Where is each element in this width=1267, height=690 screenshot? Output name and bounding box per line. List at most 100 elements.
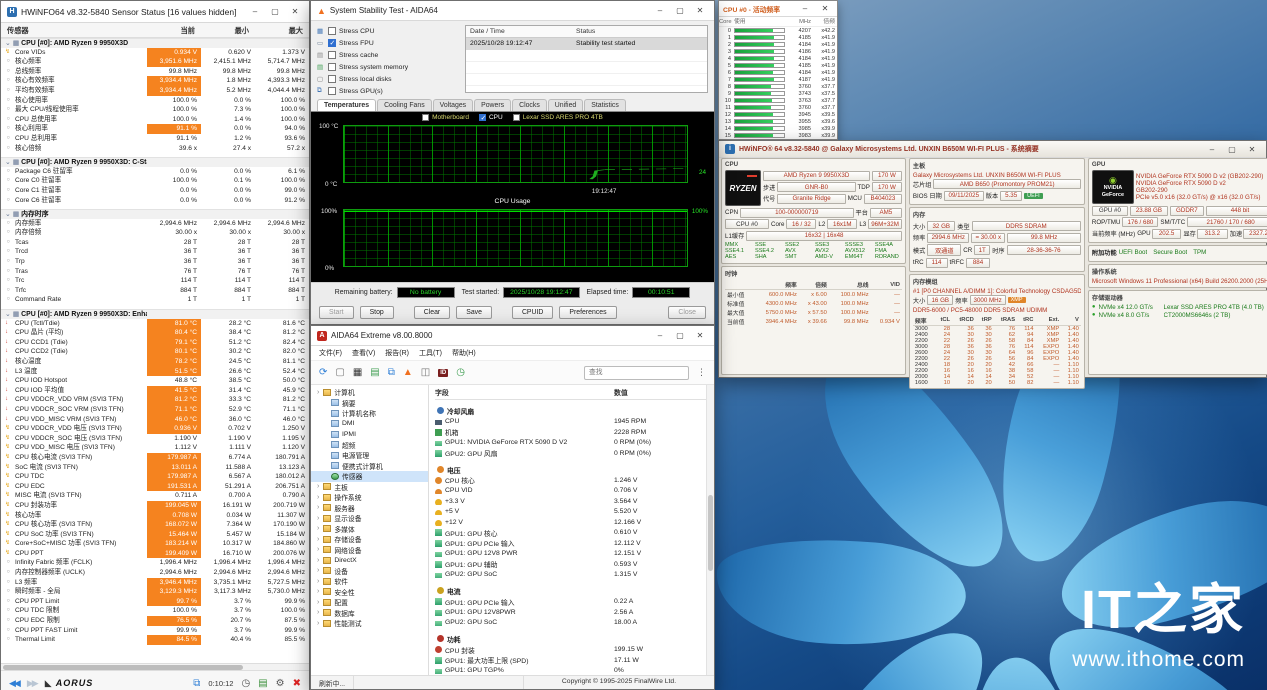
toolbar-icon[interactable]: ▦	[353, 367, 362, 378]
pane-row[interactable]: GPU1: GPU PCIe 输入 0.22 A	[435, 597, 710, 608]
menu-item[interactable]: 帮助(H)	[452, 348, 476, 358]
sensor-row[interactable]: 内存倍频 30.00 x 30.00 x 30.00 x	[1, 228, 309, 238]
test-button[interactable]: Save	[456, 306, 492, 319]
minimize-icon[interactable]: –	[652, 331, 668, 340]
menu-item[interactable]: 工具(T)	[419, 348, 442, 358]
toolbar-icon[interactable]: ◫	[421, 367, 430, 378]
pane-row[interactable]: CPU 1945 RPM	[435, 417, 710, 428]
test-button[interactable]: Stop	[360, 306, 394, 319]
tree-item[interactable]: 传感器	[311, 471, 428, 482]
maximize-icon[interactable]: ▢	[1224, 145, 1240, 154]
graph-tab[interactable]: Temperatures	[317, 99, 376, 111]
sensor-row[interactable]: 内存频率 2,994.6 MHz 2,994.6 MHz 2,994.6 MHz	[1, 219, 309, 229]
pane-row[interactable]: GPU1: NVIDIA GeForce RTX 5090 D V2 0 RPM…	[435, 438, 710, 449]
tree-item[interactable]: 摘要	[311, 398, 428, 409]
pane-row[interactable]: +12 V 12.166 V	[435, 517, 710, 528]
sensor-row[interactable]: CPU VDDCR_VDD 电压 (SVI3 TFN) 0.936 V 0.70…	[1, 424, 309, 434]
sensor-row[interactable]: CPU PPT FAST Limit 99.9 % 3.7 % 99.9 %	[1, 626, 309, 636]
sensor-row[interactable]: CPU PPT 199.409 W 16.710 W 200.076 W	[1, 549, 309, 559]
sensor-row[interactable]: 核心温度 78.2 °C 24.5 °C 81.1 °C	[1, 357, 309, 367]
close-icon[interactable]: ✕	[692, 6, 708, 15]
toolbar-icon[interactable]: ◷	[456, 367, 465, 378]
pane-row[interactable]: 冷却风扇	[435, 406, 710, 417]
search-input[interactable]	[584, 366, 689, 380]
pane-row[interactable]: GPU2: GPU 风扇 0 RPM (0%)	[435, 448, 710, 459]
pane-row[interactable]: GPU1: GPU PCIe 输入 12.112 V	[435, 538, 710, 549]
toolbar-icon[interactable]: ▲	[403, 367, 413, 378]
sensor-row[interactable]: CPU VDDCR_VDD VRM (SVI3 TFN) 81.2 °C 33.…	[1, 395, 309, 405]
forward-icon[interactable]: ▶▶	[27, 678, 37, 689]
minimize-icon[interactable]: –	[797, 4, 813, 13]
sensor-row[interactable]: CPU IOD 平均值 41.5 °C 31.4 °C 45.9 °C	[1, 386, 309, 396]
sensor-row[interactable]: 核心利用率 91.1 % 0.0 % 94.0 %	[1, 124, 309, 134]
vertical-scrollbar[interactable]	[706, 385, 714, 675]
close-icon[interactable]: ✕	[692, 331, 708, 340]
sensor-row[interactable]: SoC 电流 (SVI3 TFN) 13.011 A 11.588 A 13.1…	[1, 463, 309, 473]
back-icon[interactable]: ◀◀	[9, 678, 19, 689]
stability-titlebar[interactable]: ▲ System Stability Test - AIDA64 – ▢ ✕	[311, 1, 714, 21]
stress-checkbox-row[interactable]: Stress cache	[317, 49, 459, 61]
tree-item[interactable]: 服务器	[311, 503, 428, 514]
tree-item[interactable]: 计算机名称	[311, 408, 428, 419]
pane-row[interactable]: GPU2: GPU SoC 18.00 A	[435, 618, 710, 629]
sensor-row[interactable]: CPU EDC 191.531 A 51.291 A 206.751 A	[1, 482, 309, 492]
graph-tab[interactable]: Powers	[474, 99, 511, 111]
test-button[interactable]: Start	[319, 306, 354, 319]
minimize-icon[interactable]: –	[1204, 145, 1220, 154]
log-row[interactable]: 2025/10/28 19:12:47 Stability test start…	[466, 38, 707, 50]
pane-row[interactable]: +5 V 5.520 V	[435, 507, 710, 518]
sensor-row[interactable]: CPU [#0]: AMD Ryzen 9 9950X3D: C-State 驻…	[1, 157, 309, 167]
pane-row[interactable]: GPU1: GPU 辅助 0.593 V	[435, 559, 710, 570]
minimize-icon[interactable]: –	[652, 6, 668, 15]
cpu-selector[interactable]: CPU #0	[725, 219, 769, 229]
horizontal-scrollbar[interactable]	[1, 663, 309, 670]
close-icon[interactable]: ✕	[1244, 145, 1260, 154]
tree-item[interactable]: 配置	[311, 597, 428, 608]
graph-tab[interactable]: Cooling Fans	[377, 99, 432, 111]
sensor-row[interactable]: 核心频率 3,951.6 MHz 2,415.1 MHz 5,714.7 MHz	[1, 57, 309, 67]
sensor-row[interactable]: 瞬时频率 - 全局 3,129.3 MHz 3,117.3 MHz 5,730.…	[1, 587, 309, 597]
pane-row[interactable]: GPU1: GPU 12V8 PWR 12.151 V	[435, 549, 710, 560]
tree-item[interactable]: DirectX	[311, 555, 428, 566]
stress-checkbox-row[interactable]: Stress FPU	[317, 37, 459, 49]
settings-gear-icon[interactable]: ⚙	[276, 678, 285, 689]
stress-checkbox-row[interactable]: Stress local disks	[317, 73, 459, 85]
legend-checkbox[interactable]	[422, 114, 429, 121]
sensor-row[interactable]: Core+SoC+MISC 功率 (SVI3 TFN) 183.214 W 10…	[1, 539, 309, 549]
tree-item[interactable]: 网络设备	[311, 545, 428, 556]
sensor-row[interactable]: Trc 114 T 114 T 114 T	[1, 276, 309, 286]
sensor-row[interactable]: 内存控制器频率 (UCLK) 2,994.6 MHz 2,994.6 MHz 2…	[1, 568, 309, 578]
gpu-selector[interactable]: GPU #0	[1092, 206, 1128, 216]
pane-row[interactable]: 机箱 2228 RPM	[435, 427, 710, 438]
toolbar-icon[interactable]: ▢	[335, 367, 344, 378]
sensor-row[interactable]: Core VIDs 0.934 V 0.620 V 1.373 V	[1, 48, 309, 58]
pane-row[interactable]: GPU2: GPU SoC 1.315 V	[435, 570, 710, 581]
checkbox[interactable]	[328, 51, 336, 59]
checkbox[interactable]	[328, 27, 336, 35]
checkbox[interactable]	[328, 63, 336, 71]
report-icon[interactable]: ▤	[258, 678, 267, 689]
sensor-row[interactable]: Core C1 驻留率 0.0 % 0.0 % 99.0 %	[1, 186, 309, 196]
kebab-menu-icon[interactable]: ⋮	[697, 367, 706, 378]
sensor-row[interactable]: L3 温度 51.5 °C 26.6 °C 52.4 °C	[1, 367, 309, 377]
sensor-row[interactable]: CPU VDDCR_SOC VRM (SVI3 TFN) 71.1 °C 52.…	[1, 405, 309, 415]
sensor-row[interactable]: Package C6 驻留率 0.0 % 0.0 % 6.1 %	[1, 167, 309, 177]
sensor-row[interactable]: Thermal Limit 84.5 % 40.4 % 85.5 %	[1, 635, 309, 645]
tree-item[interactable]: 操作系统	[311, 492, 428, 503]
maximize-icon[interactable]: ▢	[672, 6, 688, 15]
sensor-row[interactable]: CPU 总使用率 100.0 % 1.4 % 100.0 %	[1, 115, 309, 125]
sensor-row[interactable]: Infinity Fabric 频率 (FCLK) 1,996.4 MHz 1,…	[1, 558, 309, 568]
checkbox[interactable]	[328, 75, 336, 83]
sensor-row[interactable]: Tcas 28 T 28 T 28 T	[1, 238, 309, 248]
toolbar-icon[interactable]: ⟳	[319, 367, 327, 378]
pane-row[interactable]: 电压	[435, 465, 710, 476]
sensor-row[interactable]: CPU TDC 限制 100.0 % 3.7 % 100.0 %	[1, 606, 309, 616]
tree-item[interactable]: 多媒体	[311, 524, 428, 535]
tree-item[interactable]: 存储设备	[311, 534, 428, 545]
graph-tab[interactable]: Voltages	[433, 99, 473, 111]
sensor-row[interactable]: 总线频率 99.8 MHz 99.8 MHz 99.8 MHz	[1, 67, 309, 77]
checkbox[interactable]	[328, 39, 336, 47]
tree-item[interactable]: 主板	[311, 482, 428, 493]
sensor-row[interactable]: CPU [#0]: AMD Ryzen 9 9950X3D: Enhanced	[1, 309, 309, 319]
pane-row[interactable]: GPU1: GPU 核心 0.610 V	[435, 528, 710, 539]
